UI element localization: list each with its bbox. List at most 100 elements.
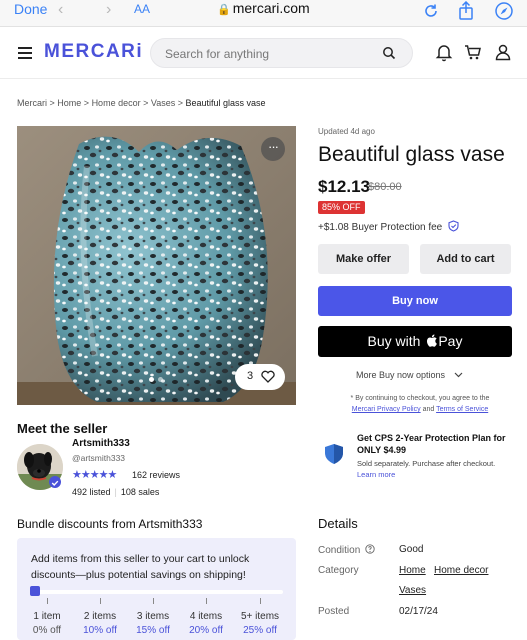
seller-reviews[interactable]: 162 reviews (132, 470, 180, 480)
search-input[interactable] (165, 45, 365, 63)
seller-stats: 492 listed | 108 sales (72, 487, 160, 497)
privacy-policy-link[interactable]: Mercari Privacy Policy (352, 406, 421, 413)
breadcrumb-item[interactable]: Home (57, 98, 81, 108)
buy-now-button[interactable]: Buy now (318, 286, 512, 316)
bundle-tier: 1 item 0% off (23, 610, 71, 638)
apple-pay-button[interactable]: Buy with Pay (318, 326, 512, 357)
more-options-label: More Buy now options (356, 370, 446, 380)
tier-items: 5+ items (240, 611, 280, 622)
forward-arrow-icon[interactable]: › (106, 1, 111, 19)
site-header: MERCARi (0, 27, 527, 79)
image-pager (149, 369, 167, 387)
url-text: mercari.com (232, 0, 310, 16)
heart-icon (261, 370, 275, 383)
done-button[interactable]: Done (14, 1, 47, 17)
category-link-vases[interactable]: Vases (399, 585, 426, 596)
protection-subtitle-text: Sold separately. Purchase after checkout… (357, 459, 496, 468)
tier-tick (100, 598, 101, 604)
seller-handle: @artsmith333 (72, 453, 126, 463)
protection-plan-subtitle: Sold separately. Purchase after checkout… (357, 458, 497, 480)
protection-plan-title: Get CPS 2-Year Protection Plan for ONLY … (357, 433, 506, 455)
tier-discount: 25% off (243, 625, 277, 636)
compass-icon[interactable] (494, 1, 514, 21)
tier-tick (260, 598, 261, 604)
like-button[interactable]: 3 (235, 364, 285, 390)
lock-icon: 🔒 (217, 4, 231, 16)
fee-text: +$1.08 Buyer Protection fee (318, 222, 443, 233)
reader-aa-button[interactable]: AA (134, 2, 150, 16)
verified-badge-icon (49, 476, 61, 488)
tier-discount: 20% off (189, 625, 223, 636)
product-price: $12.13 (318, 177, 370, 196)
discount-badge: 85% OFF (318, 201, 365, 214)
tier-discount: 0% off (32, 625, 62, 636)
product-title: Beautiful glass vase (318, 143, 505, 166)
apple-icon (427, 334, 438, 347)
bundle-progress-indicator (30, 586, 40, 596)
address-bar[interactable]: 🔒 mercari.com (217, 0, 310, 16)
condition-label: Condition (318, 544, 375, 556)
sales-count: 108 sales (120, 487, 160, 497)
learn-more-link[interactable]: Learn more (357, 470, 395, 479)
refresh-icon[interactable] (421, 1, 441, 21)
tier-items: 1 item (33, 611, 61, 622)
bundle-tier: 5+ items 25% off (236, 610, 284, 638)
shield-icon[interactable] (448, 220, 459, 232)
tier-discount: 10% off (83, 625, 117, 636)
breadcrumb-item[interactable]: Vases (151, 98, 175, 108)
bell-icon[interactable] (434, 42, 454, 62)
checkout-legal: * By continuing to checkout, you agree t… (330, 393, 510, 415)
pager-dot[interactable] (158, 377, 163, 382)
listed-count: 492 listed (72, 487, 111, 497)
search-bar[interactable] (150, 38, 413, 68)
tier-tick (153, 598, 154, 604)
search-icon[interactable] (382, 46, 396, 60)
breadcrumb-item[interactable]: Mercari (17, 98, 47, 108)
more-dots-icon[interactable]: ··· (261, 137, 285, 161)
posted-label: Posted (318, 606, 350, 617)
tier-items: 4 items (189, 611, 223, 622)
buy-with-label: Buy with (367, 333, 421, 349)
share-icon[interactable] (456, 1, 476, 21)
terms-link[interactable]: Terms of Service (436, 406, 488, 413)
category-label: Category (318, 565, 359, 576)
posted-value: 02/17/24 (399, 606, 438, 617)
menu-icon[interactable] (18, 47, 32, 59)
condition-label-text: Condition (318, 545, 361, 556)
breadcrumb-current: Beautiful glass vase (185, 98, 266, 108)
seller-name[interactable]: Artsmith333 (72, 438, 130, 449)
back-arrow-icon[interactable]: ‹ (58, 1, 63, 19)
browser-toolbar: Done ‹ › AA 🔒 mercari.com (0, 0, 527, 27)
add-to-cart-button[interactable]: Add to cart (420, 244, 511, 274)
info-icon[interactable] (365, 544, 375, 554)
breadcrumb-item[interactable]: Home decor (92, 98, 141, 108)
condition-value: Good (399, 544, 424, 555)
page: Done ‹ › AA 🔒 mercari.com MERCARi Search… (0, 0, 527, 640)
buyer-protection-fee: +$1.08 Buyer Protection fee (318, 220, 459, 233)
tier-items: 3 items (136, 611, 170, 622)
like-count: 3 (247, 370, 254, 382)
product-image[interactable]: ··· 3 (17, 126, 296, 405)
bundle-discount-card: Add items from this seller to your cart … (17, 538, 296, 640)
category-link-home[interactable]: Home (399, 565, 426, 576)
updated-time: Updated 4d ago (318, 127, 375, 136)
breadcrumb: Mercari > Home > Home decor > Vases > Be… (17, 98, 266, 108)
bundle-tier: 4 items 20% off (182, 610, 230, 638)
pay-label: Pay (438, 333, 463, 349)
bundle-tier: 2 items 10% off (76, 610, 124, 638)
cart-icon[interactable] (463, 42, 483, 62)
user-icon[interactable] (493, 42, 513, 62)
bundle-heading: Bundle discounts from Artsmith333 (17, 517, 203, 531)
details-heading: Details (318, 516, 358, 531)
tier-tick (206, 598, 207, 604)
chevron-down-icon (454, 372, 462, 378)
more-buy-options[interactable]: More Buy now options (356, 370, 463, 380)
make-offer-button[interactable]: Make offer (318, 244, 409, 274)
pager-dot[interactable] (149, 377, 154, 382)
tier-tick (47, 598, 48, 604)
mercari-logo[interactable]: MERCARi (44, 41, 143, 63)
category-link-home-decor[interactable]: Home decor (434, 565, 488, 576)
bundle-tier: 3 items 15% off (129, 610, 177, 638)
shield-icon (325, 444, 343, 464)
tier-items: 2 items (83, 611, 117, 622)
